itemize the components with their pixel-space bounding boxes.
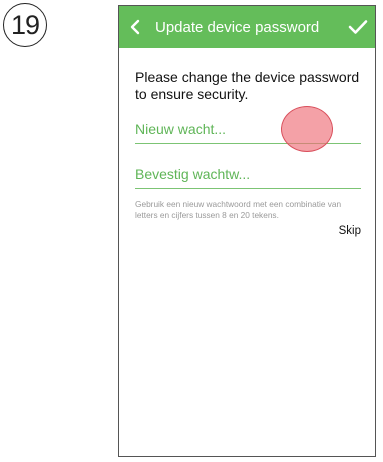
nav-title: Update device password	[155, 18, 320, 36]
new-password-field-wrapper	[135, 117, 361, 144]
step-number: 19	[10, 9, 40, 40]
security-message: Please change the device password to ens…	[135, 69, 360, 102]
phone-screen: Update device password Please change the…	[118, 5, 376, 457]
confirm-password-field-wrapper	[135, 162, 361, 189]
chevron-left-icon	[130, 19, 140, 35]
password-hint: Gebruik een nieuw wachtwoord met een com…	[135, 199, 342, 220]
confirm-password-input[interactable]	[135, 162, 361, 189]
confirm-button[interactable]	[341, 6, 375, 48]
new-password-input[interactable]	[135, 117, 361, 144]
skip-button[interactable]: Skip	[339, 225, 361, 237]
nav-bar: Update device password	[119, 6, 375, 48]
step-number-badge: 19	[3, 3, 47, 47]
form-content: Please change the device password to ens…	[119, 69, 375, 237]
checkmark-icon	[348, 20, 368, 34]
back-button[interactable]	[119, 6, 151, 48]
skip-row: Skip	[135, 225, 361, 237]
